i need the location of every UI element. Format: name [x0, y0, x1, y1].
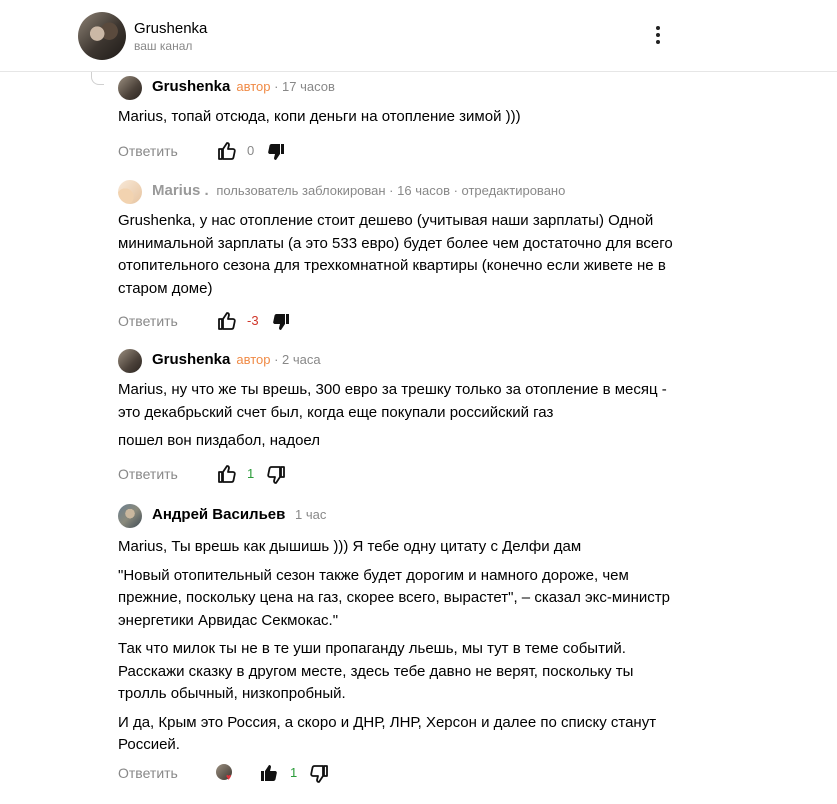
comment-actions: Ответить 0 [118, 141, 538, 163]
comment-paragraph: Так что милок ты не в те уши пропаганду … [118, 640, 634, 702]
thumbs-down-icon[interactable] [309, 764, 329, 784]
author-badge: автор [236, 79, 271, 94]
channel-avatar[interactable] [78, 12, 126, 60]
comment: Marius . пользователь заблокирован · 16 … [118, 180, 738, 300]
comment-meta: · 2 часа [270, 352, 321, 367]
comment-text: Marius, Ты врешь как дышишь ))) Я тебе о… [118, 536, 678, 757]
heart-icon: ♥ [226, 772, 232, 782]
comment: Андрей Васильев 1 час Marius, Ты врешь к… [118, 504, 738, 757]
thumbs-up-icon[interactable] [259, 763, 279, 783]
avatar[interactable] [118, 504, 142, 528]
thumbs-down-icon[interactable] [266, 142, 286, 162]
more-menu-icon[interactable] [648, 24, 668, 50]
like-count: 1 [247, 466, 255, 481]
thumbs-up-icon[interactable] [217, 464, 237, 484]
comment-author[interactable]: Grushenka [152, 351, 230, 368]
comment-actions: Ответить -3 [118, 311, 538, 333]
comment-actions: Ответить 1 [118, 464, 538, 486]
reply-button[interactable]: Ответить [118, 313, 178, 329]
channel-header: Grushenka ваш канал [0, 0, 837, 72]
comment-meta: 1 час [294, 507, 327, 522]
thumbs-up-icon[interactable] [217, 311, 237, 331]
reply-button[interactable]: Ответить [118, 143, 178, 159]
comment: Grushenka автор · 17 часов Marius, топай … [118, 76, 738, 129]
like-count: -3 [247, 313, 259, 328]
avatar[interactable] [118, 180, 142, 204]
comment-text: Marius, ну что же ты врешь, 300 евро за … [118, 379, 678, 453]
avatar[interactable] [118, 76, 142, 100]
like-count: 1 [290, 765, 298, 780]
channel-name[interactable]: Grushenka [134, 20, 207, 37]
avatar[interactable] [118, 349, 142, 373]
comment-paragraph: Marius, топай отсюда, копи деньги на ото… [118, 108, 521, 125]
comment: Grushenka автор · 2 часа Marius, ну что ж… [118, 349, 738, 453]
comment-paragraph: "Новый отопительный сезон также будет до… [118, 566, 670, 629]
comment-author[interactable]: Marius . [152, 182, 209, 199]
comment-paragraph: Marius, ну что же ты врешь, 300 евро за … [118, 381, 667, 421]
header-divider [0, 71, 837, 72]
thumbs-down-icon[interactable] [266, 465, 286, 485]
comment-text: Marius, топай отсюда, копи деньги на ото… [118, 106, 738, 129]
comment-author[interactable]: Grushenka [152, 78, 230, 95]
like-count: 0 [247, 143, 255, 158]
comment-author[interactable]: Андрей Васильев [152, 506, 285, 523]
thumbs-down-icon[interactable] [271, 312, 291, 332]
comment-text: Grushenka, у нас отопление стоит дешево … [118, 210, 688, 300]
comment-meta: · 17 часов [270, 79, 335, 94]
comment-paragraph: пошел вон пиздабол, надоел [118, 432, 321, 449]
thumbs-up-icon[interactable] [217, 141, 237, 161]
comment-paragraph: И да, Крым это Россия, а скоро и ДНР, ЛН… [118, 713, 657, 754]
author-badge: автор [236, 352, 271, 367]
channel-subtitle: ваш канал [134, 39, 193, 53]
comment-paragraph: Grushenka, у нас отопление стоит дешево … [118, 212, 673, 297]
comment-paragraph: Marius, Ты врешь как дышишь ))) Я тебе о… [118, 538, 582, 555]
reply-button[interactable]: Ответить [118, 765, 178, 781]
thread-connector [91, 72, 104, 85]
comment-actions: Ответить ♥ 1 [118, 763, 538, 785]
comment-meta: пользователь заблокирован · 16 часов · о… [216, 183, 566, 198]
reply-button[interactable]: Ответить [118, 466, 178, 482]
